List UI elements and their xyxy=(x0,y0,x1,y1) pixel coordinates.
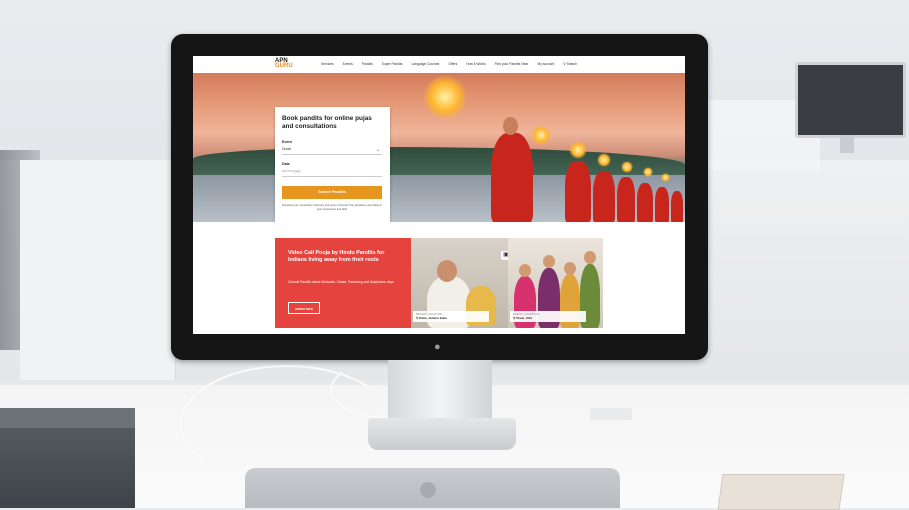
nav-item-language-courses[interactable]: Language Courses xyxy=(411,62,439,66)
pandit-location-box: PANDIT LOCATION ⚲ Katra, Jammu India xyxy=(413,311,489,322)
priest-figure xyxy=(565,161,591,222)
date-label: Date xyxy=(282,162,290,166)
aarti-flame xyxy=(569,141,587,159)
priest-figure xyxy=(637,183,653,222)
nav-item-services[interactable]: Services xyxy=(321,62,334,66)
priest-figure xyxy=(655,187,669,222)
priest-figure xyxy=(617,177,635,222)
background-monitor-stand xyxy=(840,135,854,153)
family-face xyxy=(543,255,555,268)
priest-head xyxy=(503,117,518,135)
family-location-value: ⚲ Texas, USA xyxy=(513,316,583,320)
aarti-flame xyxy=(597,153,611,167)
family-face xyxy=(584,251,596,264)
chevron-down-icon: ⌄ xyxy=(375,147,380,153)
booking-card: Book pandits for online pujas and consul… xyxy=(275,107,390,222)
priest-figure xyxy=(593,171,615,222)
search-icon: ⚲ xyxy=(563,62,566,66)
video-camera-icon: ▣ xyxy=(501,251,508,260)
pandit-photo: ▣ PANDIT LOCATION ⚲ Katra, Jammu India xyxy=(411,238,508,328)
date-input[interactable]: dd-mm-yyyy xyxy=(282,169,382,177)
monitor-stand-base xyxy=(368,418,516,450)
notebook xyxy=(717,474,845,510)
pandit-location-text: Katra, Jammu India xyxy=(419,316,447,320)
monitor-stand xyxy=(388,360,492,426)
nav-item-events[interactable]: Events xyxy=(343,62,353,66)
nav-item-super-pandits[interactable]: Super Pandits xyxy=(382,62,403,66)
family-location-box: FAMILY LOCATION ⚲ Texas, USA xyxy=(510,311,586,322)
background-partition xyxy=(20,160,176,390)
hero-banner: Book pandits for online pujas and consul… xyxy=(193,73,685,222)
nav-menu: Services Events Pandits Super Pandits La… xyxy=(321,62,577,66)
laptop-logo xyxy=(420,482,436,498)
logo-line-2: GURU xyxy=(275,63,293,69)
family-photo: FAMILY LOCATION ⚲ Texas, USA xyxy=(508,238,603,328)
top-navigation: APN GURU Services Events Pandits Super P… xyxy=(193,56,685,74)
hero-hills xyxy=(193,147,685,177)
nav-item-search[interactable]: ⚲ Search xyxy=(563,62,577,66)
promo-title: Video Call Pooja by Hindu Pandits for In… xyxy=(288,250,385,264)
priest-figure xyxy=(491,133,533,222)
donation-note: Donations are completely voluntary and n… xyxy=(282,204,382,211)
nav-item-find-pandits[interactable]: Find your Pandits Near xyxy=(495,62,529,66)
background-monitor xyxy=(795,62,906,138)
event-select[interactable]: Diwali ⌄ xyxy=(282,147,382,155)
location-pin-icon: ⚲ xyxy=(416,316,419,320)
apple-logo-icon: ● xyxy=(434,341,441,353)
nav-item-pandits[interactable]: Pandits xyxy=(362,62,373,66)
aarti-flame xyxy=(661,173,670,182)
desk-accessory xyxy=(590,408,632,420)
order-now-button[interactable]: ORDER NOW xyxy=(288,302,320,314)
website-screen: APN GURU Services Events Pandits Super P… xyxy=(193,56,685,334)
pandit-location-value: ⚲ Katra, Jammu India xyxy=(416,316,486,320)
location-pin-icon: ⚲ xyxy=(513,316,516,320)
site-logo[interactable]: APN GURU xyxy=(275,58,293,69)
nav-item-my-account[interactable]: My account xyxy=(537,62,554,66)
booking-title: Book pandits for online pujas and consul… xyxy=(282,115,372,130)
book-spine xyxy=(0,408,135,428)
event-label: Event xyxy=(282,140,292,144)
priest-figure xyxy=(671,191,683,222)
aarti-flame xyxy=(643,167,653,177)
nav-item-offers[interactable]: Offers xyxy=(448,62,457,66)
promo-subtitle: Consult Pandits about Muhurats, Vratas, … xyxy=(288,280,394,284)
search-pandits-button[interactable]: Search Pandits xyxy=(282,186,382,199)
video-pooja-promo: Video Call Pooja by Hindu Pandits for In… xyxy=(275,238,603,328)
pandit-face xyxy=(437,260,457,282)
aarti-flame xyxy=(423,75,467,119)
family-face xyxy=(519,264,531,277)
aarti-flame xyxy=(531,125,551,145)
family-face xyxy=(564,262,576,275)
aarti-flame xyxy=(621,161,633,173)
nav-item-how-it-works[interactable]: How it Works xyxy=(466,62,485,66)
promo-panel: Video Call Pooja by Hindu Pandits for In… xyxy=(275,238,411,328)
event-value: Diwali xyxy=(282,147,292,151)
search-label: Search xyxy=(566,62,577,66)
family-location-text: Texas, USA xyxy=(516,316,533,320)
